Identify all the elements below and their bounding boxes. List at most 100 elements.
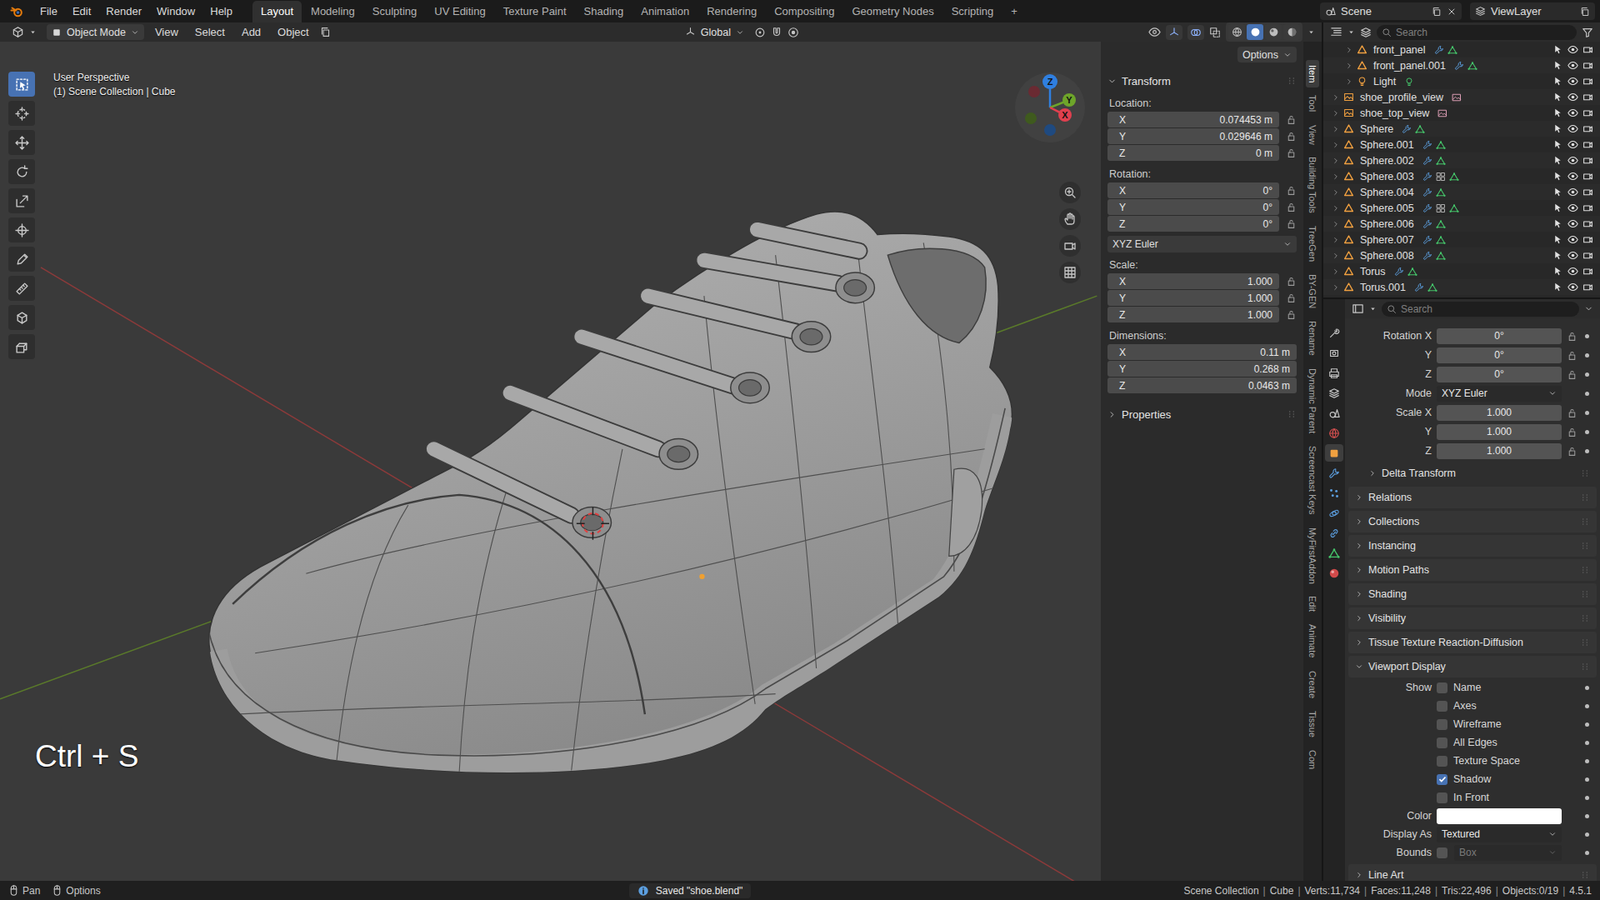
selectable-icon[interactable]	[1552, 218, 1564, 230]
expand-arrow-icon[interactable]	[1331, 283, 1340, 292]
outliner-row[interactable]: Light	[1323, 73, 1600, 90]
render-camera-icon[interactable]	[1582, 218, 1594, 230]
selectable-icon[interactable]	[1552, 44, 1564, 55]
expand-arrow-icon[interactable]	[1331, 140, 1340, 150]
orientation-dropdown[interactable]: Global	[680, 24, 750, 40]
menu-item[interactable]: Window	[150, 2, 202, 20]
workspace-tab[interactable]: Sculpting	[364, 0, 425, 23]
selectable-icon[interactable]	[1552, 60, 1564, 71]
render-camera-icon[interactable]	[1582, 107, 1594, 119]
rotation-mode-dropdown[interactable]: XYZ Euler	[1107, 235, 1297, 253]
lock-icon[interactable]	[1566, 350, 1578, 361]
viewport-menu[interactable]: Add	[235, 24, 267, 40]
workspace-tab[interactable]: Scripting	[943, 0, 1003, 23]
eye-icon[interactable]	[1567, 202, 1579, 214]
render-camera-icon[interactable]	[1582, 186, 1594, 198]
panel-header[interactable]: Delta Transform	[1361, 462, 1597, 485]
keyframe-dot[interactable]	[1585, 334, 1590, 339]
workspace-tab[interactable]: Texture Paint	[495, 0, 575, 23]
overlay-toggle[interactable]	[1187, 25, 1205, 40]
menu-item[interactable]: Edit	[65, 2, 98, 20]
properties-tab[interactable]	[1325, 424, 1344, 442]
lock-icon[interactable]	[1285, 218, 1297, 230]
sidebar-tab[interactable]: View	[1305, 120, 1320, 150]
sidebar-tab[interactable]: MyFirstAddon	[1305, 522, 1320, 590]
lock-icon[interactable]	[1285, 292, 1297, 304]
number-field[interactable]: X0°	[1107, 182, 1280, 199]
sidebar-tab[interactable]: Tissue	[1305, 705, 1320, 743]
lock-icon[interactable]	[1285, 309, 1297, 320]
workspace-tab[interactable]: Shading	[575, 0, 633, 23]
lock-icon[interactable]	[1566, 445, 1578, 457]
tool-button[interactable]	[8, 100, 35, 126]
lock-icon[interactable]	[1285, 185, 1297, 196]
tool-button[interactable]	[8, 305, 35, 330]
sidebar-tab[interactable]: Edit	[1305, 590, 1320, 617]
selectable-icon[interactable]	[1552, 123, 1564, 135]
number-field[interactable]: X0.074453 m	[1107, 111, 1280, 128]
eye-icon[interactable]	[1567, 107, 1579, 119]
properties-tab[interactable]	[1325, 544, 1344, 562]
properties-tab[interactable]	[1325, 484, 1344, 502]
lock-icon[interactable]	[1566, 369, 1578, 380]
properties-panel-header[interactable]: Properties	[1107, 404, 1297, 425]
pan-button[interactable]	[1059, 208, 1081, 230]
outliner-row[interactable]: Sphere.005	[1323, 200, 1600, 216]
selectable-icon[interactable]	[1552, 202, 1564, 214]
lock-icon[interactable]	[1566, 407, 1578, 419]
sidebar-tab[interactable]: Tool	[1305, 90, 1320, 117]
drag-handle-icon[interactable]	[1286, 75, 1297, 86]
viewport-menu[interactable]: View	[149, 24, 185, 40]
workspace-tab[interactable]: Modeling	[302, 0, 364, 23]
properties-icon[interactable]	[1351, 302, 1365, 315]
viewport-scene[interactable]	[0, 41, 1101, 881]
checkbox[interactable]: Texture Space	[1436, 755, 1562, 767]
viewport-canvas[interactable]: User Perspective(1) Scene Collection | C…	[0, 41, 1101, 881]
number-field[interactable]: Y0.029646 m	[1107, 128, 1280, 145]
properties-tab[interactable]	[1325, 524, 1344, 542]
selectable-icon[interactable]	[1552, 265, 1564, 277]
filter-icon[interactable]	[1581, 26, 1594, 39]
lock-icon[interactable]	[1285, 275, 1297, 287]
outliner-row[interactable]: front_panel	[1323, 41, 1600, 58]
shading-button[interactable]	[1265, 24, 1282, 40]
render-camera-icon[interactable]	[1582, 44, 1594, 55]
lock-icon[interactable]	[1566, 330, 1578, 342]
render-camera-icon[interactable]	[1582, 234, 1594, 245]
number-field[interactable]: X0.11 m	[1107, 344, 1297, 360]
sidebar-tab[interactable]: Com	[1305, 745, 1320, 775]
checkbox[interactable]: In Front	[1436, 791, 1562, 804]
selectable-icon[interactable]	[1552, 75, 1564, 87]
expand-arrow-icon[interactable]	[1331, 204, 1340, 213]
number-field[interactable]: Z0.0463 m	[1107, 377, 1297, 394]
lock-icon[interactable]	[1566, 426, 1578, 438]
sidebar-tab[interactable]: Create	[1305, 665, 1320, 704]
expand-arrow-icon[interactable]	[1331, 251, 1340, 260]
lock-icon[interactable]	[1285, 201, 1297, 213]
render-camera-icon[interactable]	[1582, 170, 1594, 182]
expand-arrow-icon[interactable]	[1331, 172, 1340, 181]
expand-arrow-icon[interactable]	[1331, 220, 1340, 229]
property-number-field[interactable]: 0°	[1436, 328, 1562, 345]
sidebar-tab[interactable]: TreeGen	[1305, 220, 1320, 267]
selectable-icon[interactable]	[1552, 155, 1564, 166]
color-swatch[interactable]	[1436, 808, 1562, 825]
keyframe-dot[interactable]	[1585, 704, 1590, 709]
render-camera-icon[interactable]	[1582, 281, 1594, 293]
tool-button[interactable]	[8, 275, 35, 301]
checkbox[interactable]: Axes	[1436, 700, 1562, 712]
outliner-row[interactable]: Torus.001	[1323, 279, 1600, 295]
eye-icon[interactable]	[1567, 186, 1579, 198]
panel-header[interactable]: Shading	[1348, 583, 1597, 605]
keyframe-dot[interactable]	[1585, 722, 1590, 727]
display-as-dropdown[interactable]: Textured	[1436, 826, 1562, 843]
view-layer-selector[interactable]: ViewLayer	[1470, 2, 1595, 20]
transform-panel-header[interactable]: Transform	[1107, 70, 1297, 91]
properties-tab[interactable]	[1325, 564, 1344, 582]
properties-search[interactable]: Search	[1381, 301, 1580, 317]
render-camera-icon[interactable]	[1582, 155, 1594, 166]
navigation-gizmo[interactable]: ZYX	[1012, 70, 1088, 145]
expand-arrow-icon[interactable]	[1331, 109, 1340, 118]
keyframe-dot[interactable]	[1585, 430, 1590, 435]
bounds-dropdown[interactable]: Box	[1454, 845, 1562, 861]
